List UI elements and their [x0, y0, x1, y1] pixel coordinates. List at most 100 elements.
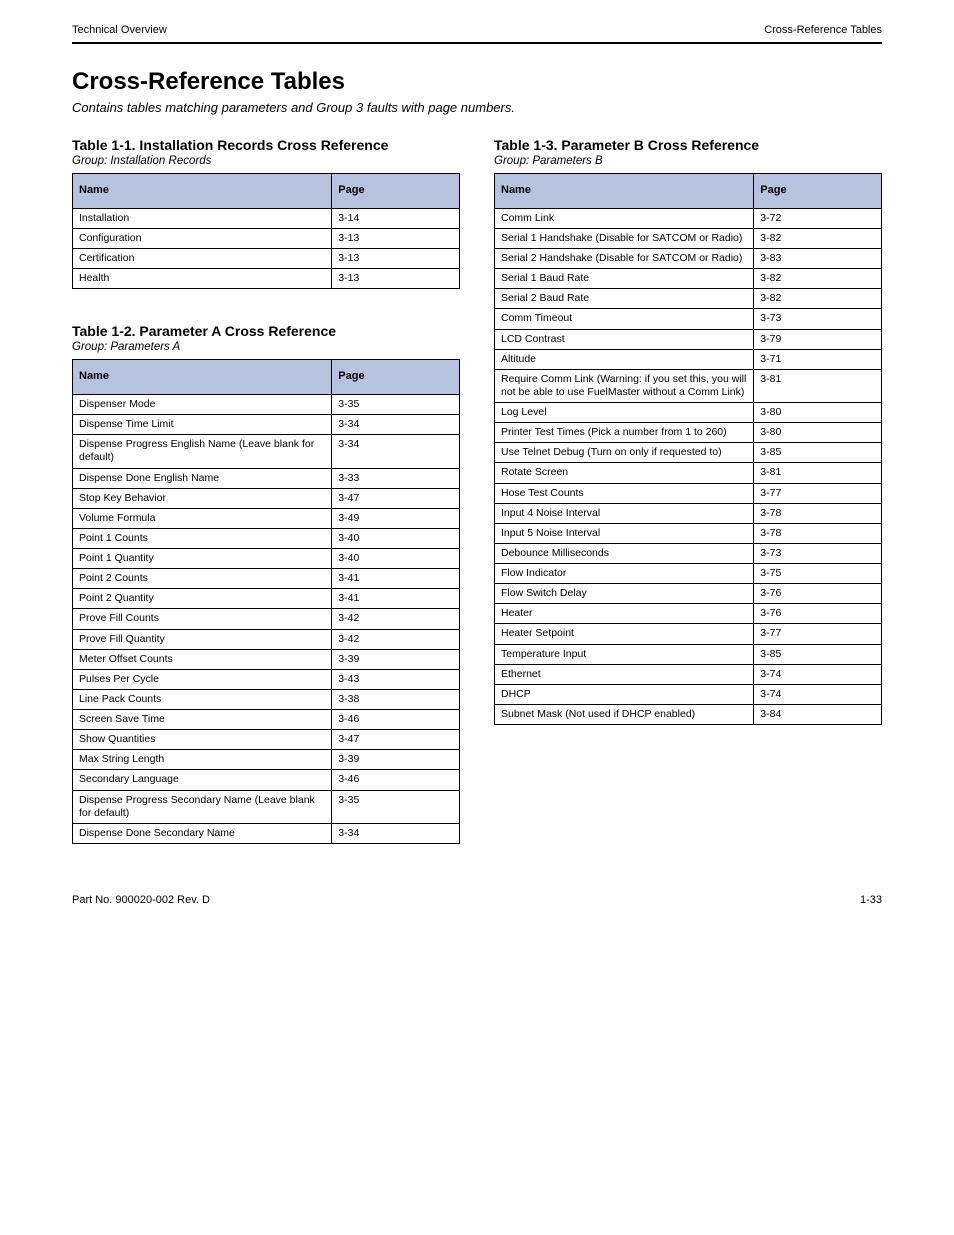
cell-page: 3-76: [754, 584, 882, 604]
cell-page: 3-84: [754, 704, 882, 724]
table-subtitle: Group: Parameters A: [72, 341, 460, 353]
cell-page: 3-49: [332, 508, 460, 528]
cell-page: 3-77: [754, 624, 882, 644]
cell-page: 3-73: [754, 309, 882, 329]
cell-page: 3-77: [754, 483, 882, 503]
table-row: Configuration3-13: [73, 228, 460, 248]
cell-name: Flow Indicator: [495, 564, 754, 584]
cross-reference-table: NamePageDispenser Mode3-35Dispense Time …: [72, 359, 460, 844]
column-header-name: Name: [73, 360, 332, 395]
cell-page: 3-82: [754, 289, 882, 309]
cross-reference-table: NamePageInstallation3-14Configuration3-1…: [72, 173, 460, 289]
table-row: LCD Contrast3-79: [495, 329, 882, 349]
cell-name: Show Quantities: [73, 730, 332, 750]
cell-name: Screen Save Time: [73, 710, 332, 730]
table-subtitle: Group: Parameters B: [494, 155, 882, 167]
table-row: Certification3-13: [73, 249, 460, 269]
table-row: Comm Timeout3-73: [495, 309, 882, 329]
cell-name: Volume Formula: [73, 508, 332, 528]
table-row: DHCP3-74: [495, 684, 882, 704]
cell-page: 3-13: [332, 228, 460, 248]
cell-page: 3-81: [754, 369, 882, 402]
table-row: Heater3-76: [495, 604, 882, 624]
section-title: Cross-Reference Tables: [72, 68, 882, 96]
cell-name: Use Telnet Debug (Turn on only if reques…: [495, 443, 754, 463]
table-row: Heater Setpoint3-77: [495, 624, 882, 644]
table-row: Printer Test Times (Pick a number from 1…: [495, 423, 882, 443]
table-title: Table 1-1. Installation Records Cross Re…: [72, 137, 460, 153]
cell-page: 3-34: [332, 415, 460, 435]
cell-name: Comm Timeout: [495, 309, 754, 329]
cell-name: Serial 1 Handshake (Disable for SATCOM o…: [495, 228, 754, 248]
cell-name: Prove Fill Counts: [73, 609, 332, 629]
running-head-left: Technical Overview: [72, 24, 167, 36]
page-footer: Part No. 900020-002 Rev. D 1-33: [72, 894, 882, 906]
cell-page: 3-39: [332, 750, 460, 770]
cell-name: Log Level: [495, 403, 754, 423]
cell-page: 3-80: [754, 423, 882, 443]
table-row: Line Pack Counts3-38: [73, 689, 460, 709]
cell-name: Flow Switch Delay: [495, 584, 754, 604]
cell-page: 3-43: [332, 669, 460, 689]
cell-name: Certification: [73, 249, 332, 269]
cell-name: Dispense Progress Secondary Name (Leave …: [73, 790, 332, 823]
table-row: Flow Indicator3-75: [495, 564, 882, 584]
cell-page: 3-47: [332, 730, 460, 750]
column-header-page: Page: [332, 360, 460, 395]
table-row: Rotate Screen3-81: [495, 463, 882, 483]
column-header-page: Page: [332, 174, 460, 209]
cell-page: 3-73: [754, 543, 882, 563]
cell-name: Prove Fill Quantity: [73, 629, 332, 649]
section-subtitle: Contains tables matching parameters and …: [72, 100, 882, 115]
cell-page: 3-13: [332, 269, 460, 289]
cell-page: 3-75: [754, 564, 882, 584]
cell-page: 3-82: [754, 269, 882, 289]
cell-page: 3-85: [754, 443, 882, 463]
table-row: Stop Key Behavior3-47: [73, 488, 460, 508]
table-row: Flow Switch Delay3-76: [495, 584, 882, 604]
table-row: Meter Offset Counts3-39: [73, 649, 460, 669]
content-columns: Table 1-1. Installation Records Cross Re…: [72, 137, 882, 844]
table-row: Point 1 Counts3-40: [73, 528, 460, 548]
table-row: Point 2 Quantity3-41: [73, 589, 460, 609]
table-row: Serial 1 Handshake (Disable for SATCOM o…: [495, 228, 882, 248]
cell-page: 3-34: [332, 435, 460, 468]
cell-page: 3-47: [332, 488, 460, 508]
cell-page: 3-80: [754, 403, 882, 423]
table-row: Dispense Time Limit3-34: [73, 415, 460, 435]
cell-name: Stop Key Behavior: [73, 488, 332, 508]
table-row: Max String Length3-39: [73, 750, 460, 770]
cell-page: 3-78: [754, 523, 882, 543]
table-row: Dispense Progress English Name (Leave bl…: [73, 435, 460, 468]
cell-name: Heater: [495, 604, 754, 624]
table-subtitle: Group: Installation Records: [72, 155, 460, 167]
cell-name: Comm Link: [495, 208, 754, 228]
cell-page: 3-39: [332, 649, 460, 669]
running-head-right: Cross-Reference Tables: [764, 24, 882, 36]
cell-name: LCD Contrast: [495, 329, 754, 349]
column-header-page: Page: [754, 174, 882, 209]
cell-page: 3-40: [332, 549, 460, 569]
cell-page: 3-79: [754, 329, 882, 349]
header-rule: [72, 42, 882, 44]
cell-name: Dispense Time Limit: [73, 415, 332, 435]
table-row: Screen Save Time3-46: [73, 710, 460, 730]
table-row: Secondary Language3-46: [73, 770, 460, 790]
cell-name: Serial 1 Baud Rate: [495, 269, 754, 289]
cell-name: Secondary Language: [73, 770, 332, 790]
cell-name: Input 5 Noise Interval: [495, 523, 754, 543]
cell-page: 3-42: [332, 629, 460, 649]
table-row: Require Comm Link (Warning: if you set t…: [495, 369, 882, 402]
table-row: Dispense Done Secondary Name3-34: [73, 823, 460, 843]
cross-reference-table: NamePageComm Link3-72Serial 1 Handshake …: [494, 173, 882, 725]
footer-page: 1-33: [860, 894, 882, 906]
table-row: Serial 2 Baud Rate3-82: [495, 289, 882, 309]
table-row: Subnet Mask (Not used if DHCP enabled)3-…: [495, 704, 882, 724]
table-row: Prove Fill Counts3-42: [73, 609, 460, 629]
cell-name: Dispense Done English Name: [73, 468, 332, 488]
cell-page: 3-41: [332, 569, 460, 589]
cell-name: Dispense Done Secondary Name: [73, 823, 332, 843]
cell-name: Subnet Mask (Not used if DHCP enabled): [495, 704, 754, 724]
cell-page: 3-38: [332, 689, 460, 709]
cell-name: Rotate Screen: [495, 463, 754, 483]
